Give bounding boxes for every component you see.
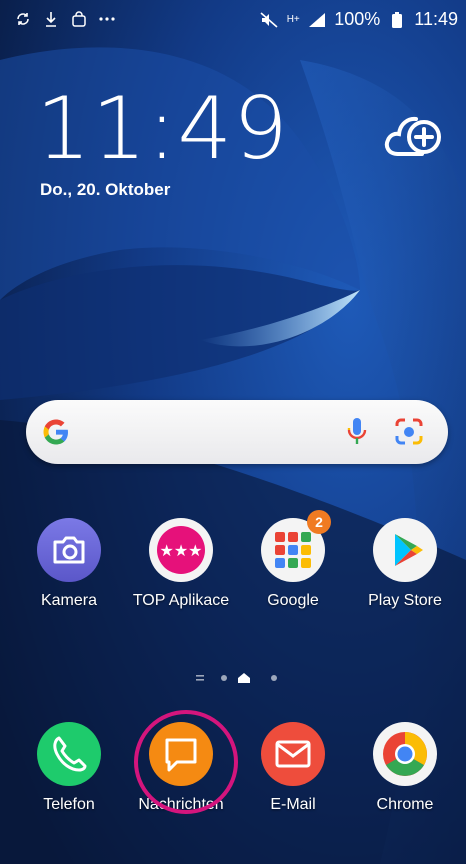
app-label: Kamera (40, 592, 98, 609)
app-label: TOP Aplikace (132, 592, 230, 609)
app-label: Play Store (368, 592, 442, 609)
page-dot (221, 675, 227, 681)
battery-icon (388, 11, 406, 29)
battery-percent: 100% (334, 9, 381, 29)
message-icon (149, 722, 213, 786)
sync-icon (14, 10, 32, 28)
page-dot (271, 675, 277, 681)
app-top-aplikace[interactable]: ★★★ TOP Aplikace (126, 518, 236, 610)
network-type: H+ (286, 13, 300, 25)
app-label: Nachrichten (138, 796, 224, 813)
mute-icon (260, 11, 278, 29)
notification-icons (14, 10, 116, 28)
page-indicator[interactable] (0, 668, 466, 688)
app-label: Telefon (43, 796, 95, 813)
status-bar: H+ 100% 11:49 (0, 0, 466, 40)
clock-widget-time[interactable]: 11:49 (36, 86, 289, 172)
page-indicator-menu (196, 675, 204, 681)
more-icon (98, 10, 116, 28)
clock-widget-date[interactable]: Do., 20. Oktober (40, 180, 170, 200)
notification-badge: 2 (307, 510, 331, 534)
app-label: E-Mail (270, 796, 316, 813)
app-folder-google[interactable]: 2 Google (238, 510, 348, 610)
app-kamera[interactable]: Kamera (14, 518, 124, 610)
dock-app-telefon[interactable]: Telefon (14, 722, 124, 814)
google-lens-icon[interactable] (392, 416, 426, 448)
mail-icon (261, 722, 325, 786)
google-g-icon (40, 416, 72, 448)
system-status: H+ 100% 11:49 (260, 9, 458, 30)
phone-icon (37, 722, 101, 786)
status-time: 11:49 (414, 9, 458, 29)
dock-app-nachrichten[interactable]: Nachrichten (126, 722, 236, 814)
google-search-bar[interactable] (26, 400, 448, 464)
app-label: Chrome (376, 796, 434, 813)
signal-icon (308, 11, 326, 29)
chrome-icon (373, 722, 437, 786)
home-page-indicator (238, 673, 250, 683)
app-play-store[interactable]: Play Store (350, 518, 460, 610)
folder-icon: 2 (261, 510, 331, 582)
cloud-add-button[interactable] (382, 110, 444, 162)
play-store-icon (373, 518, 437, 582)
app-label: Google (267, 592, 319, 609)
download-icon (42, 10, 60, 28)
svg-text:★★★: ★★★ (159, 541, 202, 560)
dock-app-email[interactable]: E-Mail (238, 722, 348, 814)
camera-icon (37, 518, 101, 582)
stars-icon: ★★★ (149, 518, 213, 582)
cloud-add-icon (384, 116, 441, 156)
shopping-bag-icon (70, 10, 88, 28)
dock-app-chrome[interactable]: Chrome (350, 722, 460, 814)
microphone-icon[interactable] (346, 416, 368, 448)
